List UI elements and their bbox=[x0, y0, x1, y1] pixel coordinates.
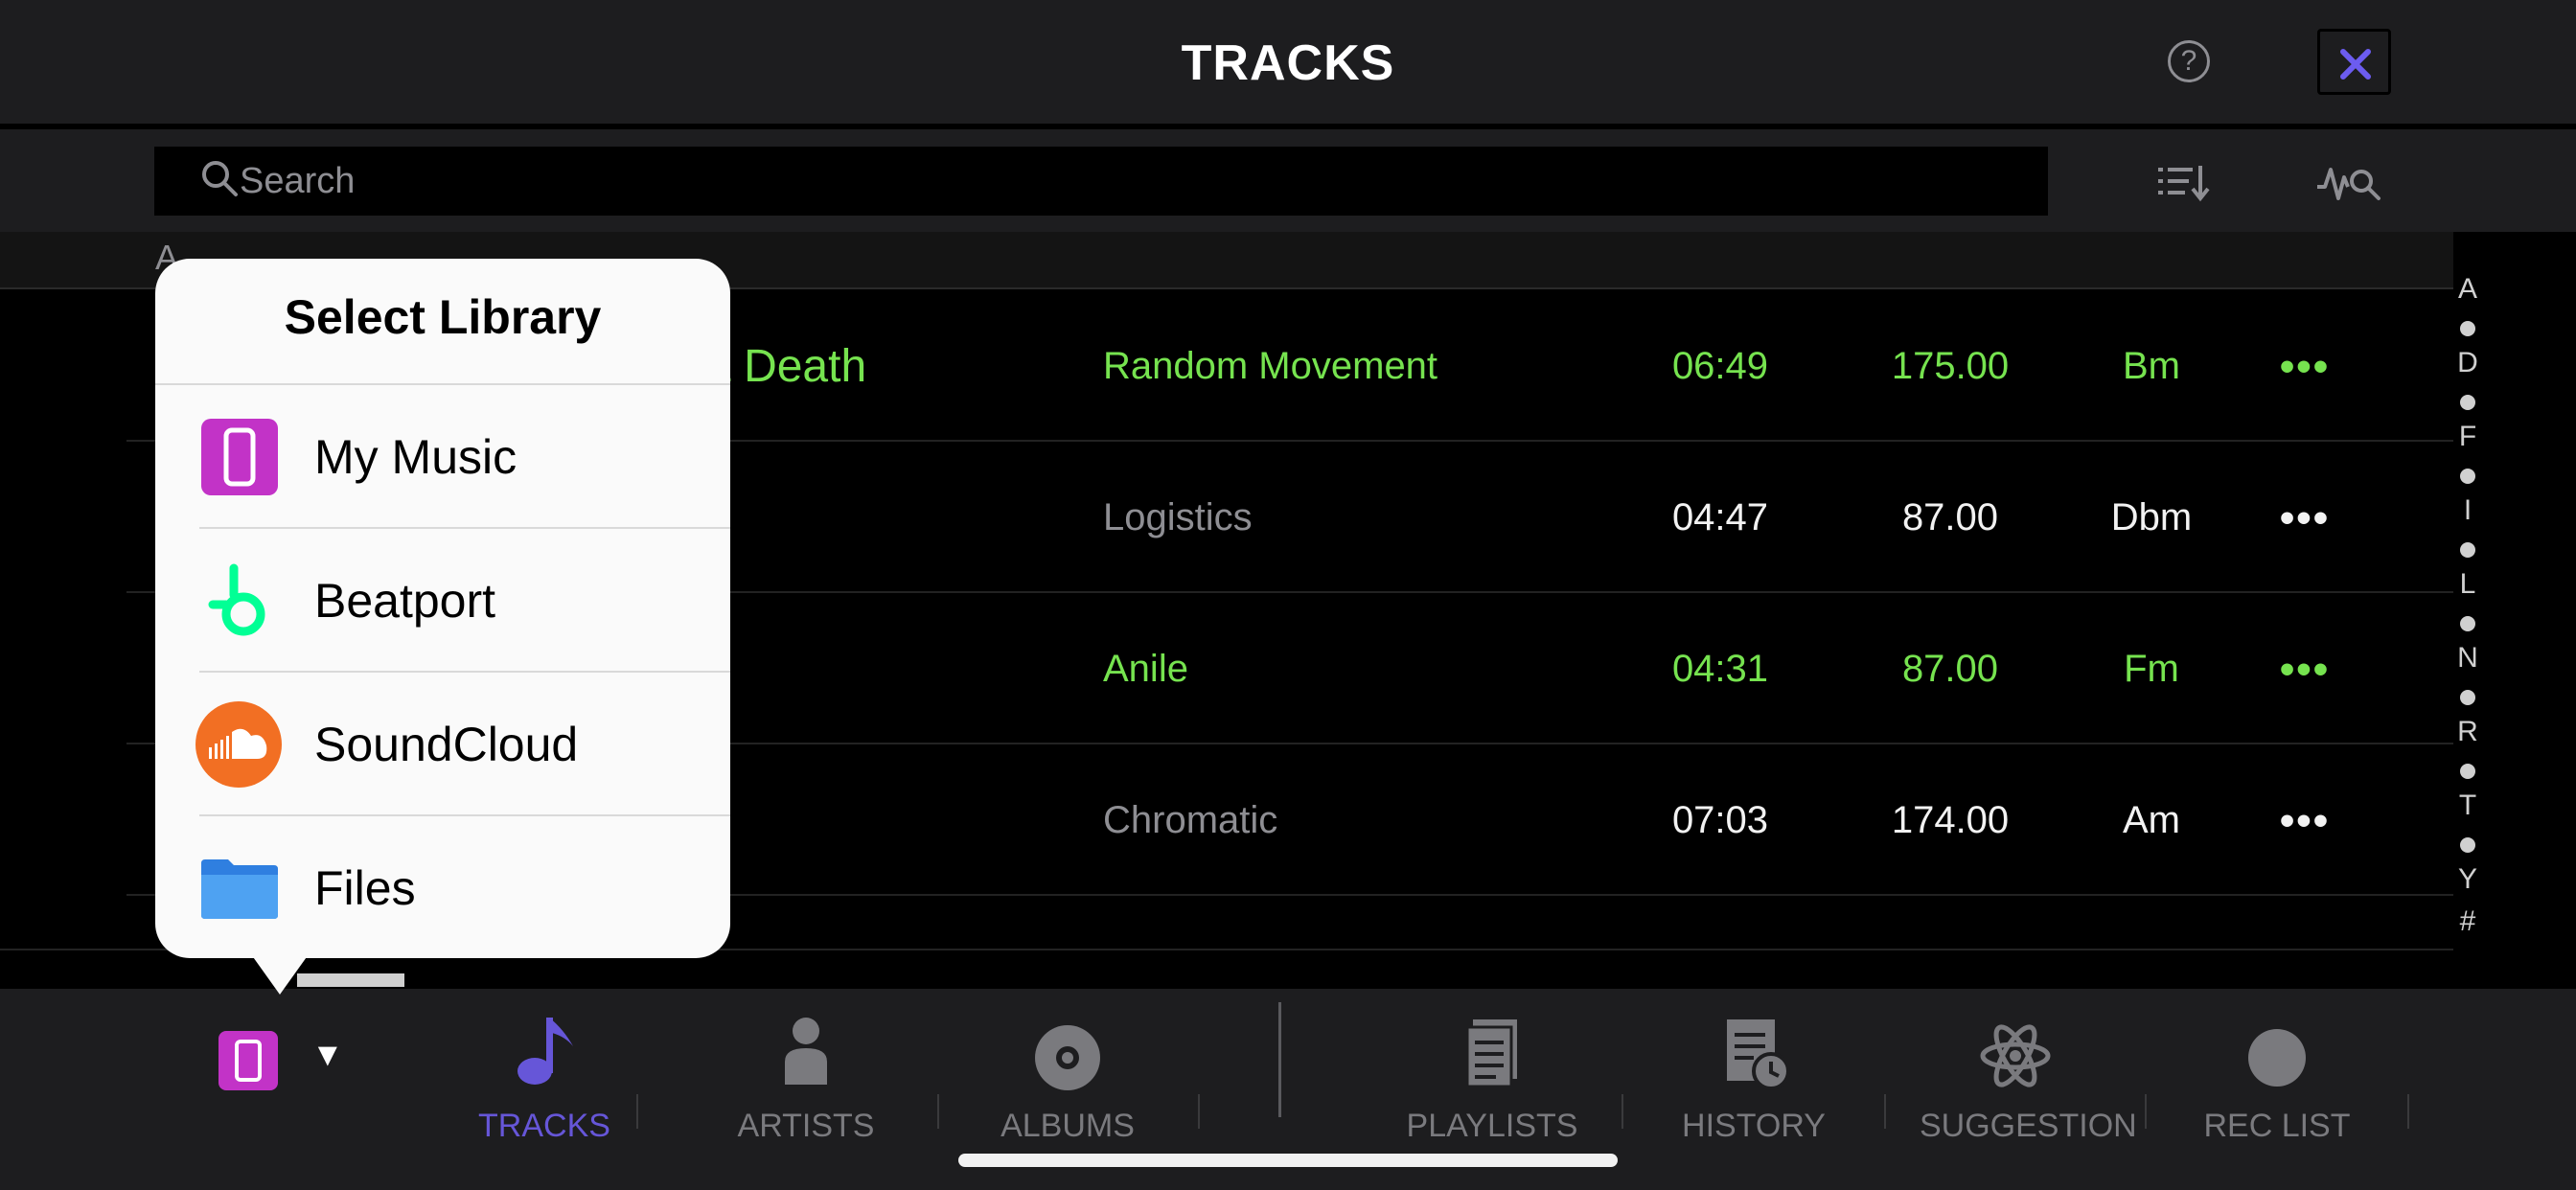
tab-artists[interactable]: ARTISTS bbox=[710, 1008, 902, 1161]
search-input[interactable] bbox=[240, 147, 2022, 216]
index-letter[interactable]: I bbox=[2444, 494, 2492, 527]
popover-shadow-strip bbox=[297, 973, 404, 987]
index-dot[interactable] bbox=[2460, 542, 2475, 558]
tab-divider bbox=[1884, 1094, 1886, 1129]
index-letter[interactable]: Y bbox=[2444, 863, 2492, 896]
popover-title: Select Library bbox=[284, 290, 602, 344]
tab-history[interactable]: HISTORY bbox=[1658, 1008, 1850, 1161]
library-item-label: SoundCloud bbox=[314, 718, 579, 771]
track-artist: Chromatic bbox=[1103, 799, 1278, 841]
chevron-down-icon[interactable]: ▼ bbox=[311, 1037, 344, 1074]
index-letter[interactable]: T bbox=[2444, 790, 2492, 822]
phone-icon bbox=[235, 1040, 262, 1082]
tab-tracks[interactable]: TRACKS bbox=[448, 1008, 640, 1161]
sort-button[interactable] bbox=[2154, 158, 2212, 206]
library-item-label: Files bbox=[314, 861, 416, 915]
index-letter[interactable]: N bbox=[2444, 642, 2492, 675]
tab-divider bbox=[636, 1094, 638, 1129]
tab-label: TRACKS bbox=[478, 1108, 610, 1144]
index-letter[interactable]: R bbox=[2444, 716, 2492, 748]
person-icon bbox=[785, 1018, 827, 1085]
library-item-beatport[interactable]: Beatport bbox=[155, 529, 730, 673]
help-icon: ? bbox=[2180, 45, 2197, 77]
index-dot[interactable] bbox=[2460, 469, 2475, 484]
tab-albums[interactable]: ALBUMS bbox=[972, 1008, 1163, 1161]
track-key: Bm bbox=[2123, 345, 2180, 387]
index-letter[interactable]: D bbox=[2444, 347, 2492, 379]
close-button[interactable] bbox=[2317, 29, 2391, 95]
more-options-button[interactable]: ••• bbox=[2271, 291, 2338, 442]
atom-icon bbox=[1980, 1024, 2051, 1087]
library-item-soundcloud[interactable]: SoundCloud bbox=[155, 673, 730, 816]
tab-label: HISTORY bbox=[1682, 1108, 1826, 1144]
index-letter[interactable]: A bbox=[2444, 273, 2492, 306]
track-duration: 04:47 bbox=[1671, 496, 1769, 538]
tab-divider bbox=[1622, 1094, 1623, 1129]
waveform-search-button[interactable] bbox=[2315, 158, 2384, 206]
search-bar-row bbox=[0, 129, 2576, 232]
tab-label: REC LIST bbox=[2203, 1108, 2351, 1144]
waveform-search-icon bbox=[2317, 168, 2380, 200]
library-item-my-music[interactable]: My Music bbox=[155, 385, 730, 529]
disc-icon bbox=[1035, 1025, 1100, 1090]
alphabet-index[interactable]: A D F I L N R T Y # bbox=[2444, 273, 2492, 944]
tab-divider bbox=[937, 1094, 939, 1129]
tab-group-divider bbox=[1278, 1002, 1281, 1117]
index-dot[interactable] bbox=[2460, 321, 2475, 336]
index-letter[interactable]: F bbox=[2444, 421, 2492, 453]
more-options-button[interactable]: ••• bbox=[2271, 443, 2338, 593]
track-artist: Logistics bbox=[1103, 496, 1253, 538]
tab-divider bbox=[1198, 1094, 1200, 1129]
help-button[interactable]: ? bbox=[2168, 40, 2210, 82]
library-item-label: Beatport bbox=[314, 574, 496, 628]
index-letter[interactable]: # bbox=[2444, 905, 2492, 938]
tab-label: PLAYLISTS bbox=[1406, 1108, 1578, 1144]
track-duration: 06:49 bbox=[1671, 345, 1769, 387]
popover-arrow bbox=[251, 954, 309, 995]
tab-divider bbox=[2145, 1094, 2147, 1129]
home-indicator[interactable] bbox=[958, 1154, 1618, 1167]
library-item-files[interactable]: Files bbox=[155, 816, 730, 958]
history-icon bbox=[1727, 1019, 1790, 1090]
index-dot[interactable] bbox=[2460, 764, 2475, 779]
library-item-label: My Music bbox=[314, 430, 518, 484]
index-letter[interactable]: L bbox=[2444, 568, 2492, 601]
playlist-icon bbox=[1465, 1019, 1517, 1088]
header-bar: TRACKS ? bbox=[0, 0, 2576, 126]
index-dot[interactable] bbox=[2460, 837, 2475, 853]
track-duration: 04:31 bbox=[1671, 648, 1769, 690]
select-library-popover: Select Library My Music Beatport SoundCl… bbox=[155, 259, 730, 958]
more-options-button[interactable]: ••• bbox=[2271, 745, 2338, 896]
folder-icon bbox=[201, 859, 278, 919]
search-icon bbox=[202, 161, 238, 196]
library-selector-button[interactable] bbox=[218, 1031, 278, 1090]
close-icon bbox=[2340, 49, 2371, 80]
music-note-icon bbox=[518, 1018, 573, 1085]
track-artist: Anile bbox=[1103, 648, 1188, 690]
tab-playlists[interactable]: PLAYLISTS bbox=[1396, 1008, 1588, 1161]
index-dot[interactable] bbox=[2460, 690, 2475, 705]
index-dot[interactable] bbox=[2460, 616, 2475, 631]
beatport-icon bbox=[208, 563, 265, 636]
phone-icon bbox=[201, 419, 278, 495]
tab-rec-list[interactable]: REC LIST bbox=[2181, 1008, 2373, 1161]
tab-divider bbox=[2407, 1094, 2409, 1129]
tab-label: SUGGESTION bbox=[1920, 1108, 2137, 1144]
tab-label: ARTISTS bbox=[737, 1108, 875, 1144]
tab-label: ALBUMS bbox=[1000, 1108, 1135, 1144]
track-key: Dbm bbox=[2110, 496, 2193, 538]
track-key: Am bbox=[2123, 799, 2180, 841]
more-options-button[interactable]: ••• bbox=[2271, 594, 2338, 744]
soundcloud-icon bbox=[196, 701, 282, 788]
tab-suggestion[interactable]: SUGGESTION bbox=[1920, 1008, 2137, 1161]
record-icon bbox=[2248, 1029, 2306, 1087]
track-key: Fm bbox=[2124, 648, 2179, 690]
track-duration: 07:03 bbox=[1671, 799, 1769, 841]
index-dot[interactable] bbox=[2460, 395, 2475, 410]
track-artist: Random Movement bbox=[1103, 345, 1438, 387]
sort-list-icon bbox=[2158, 166, 2210, 202]
